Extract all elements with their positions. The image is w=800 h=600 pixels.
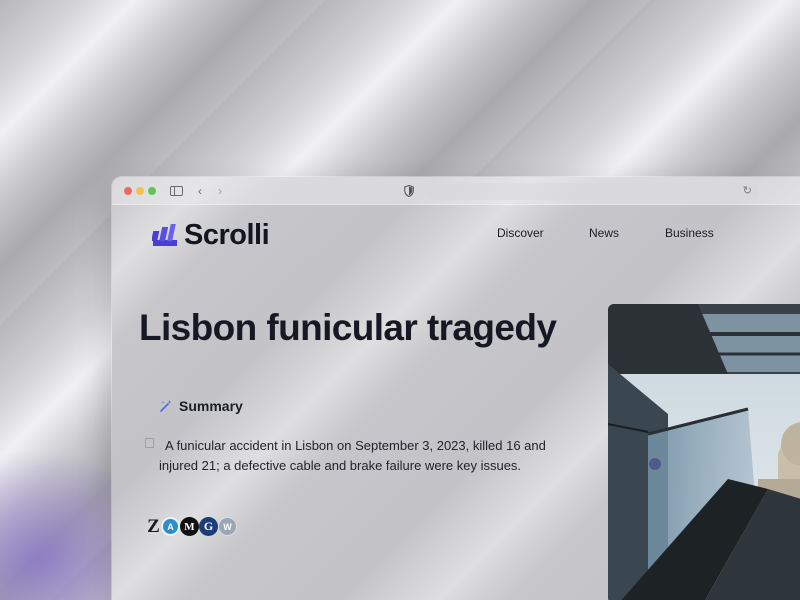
source-logo-g[interactable]: G	[199, 517, 218, 536]
site-logo[interactable]: Scrolli	[152, 219, 270, 252]
brand-name: Scrolli	[184, 219, 270, 251]
nav-news[interactable]: News	[589, 226, 619, 240]
bullet-icon	[145, 438, 154, 448]
source-logo-a[interactable]: A	[161, 517, 180, 536]
forward-icon[interactable]: ›	[218, 184, 222, 198]
source-logo-w[interactable]: W	[218, 517, 237, 536]
sidebar-icon[interactable]	[170, 186, 183, 196]
magic-wand-icon	[160, 400, 172, 412]
nav-business[interactable]: Business	[665, 226, 714, 240]
browser-window: ‹ › ↻ Scrolli Discover News Business Lis…	[112, 177, 800, 600]
minimize-window-button[interactable]	[136, 187, 144, 195]
browser-toolbar: ‹ › ↻	[112, 177, 800, 205]
source-logos: Z A M G W	[146, 516, 237, 537]
address-bar[interactable]: ↻	[426, 183, 758, 200]
back-icon[interactable]: ‹	[198, 184, 202, 198]
shield-icon[interactable]	[404, 185, 414, 197]
reload-icon[interactable]: ↻	[743, 184, 752, 197]
summary-label: Summary	[179, 398, 243, 414]
summary-header: Summary	[159, 398, 243, 414]
article-hero-image[interactable]	[608, 304, 800, 600]
source-logo-m[interactable]: M	[180, 517, 199, 536]
source-logo-z[interactable]: Z	[146, 516, 161, 537]
summary-text: A funicular accident in Lisbon on Septem…	[159, 438, 546, 473]
article-headline: Lisbon funicular tragedy	[139, 307, 557, 348]
nav-discover[interactable]: Discover	[497, 226, 544, 240]
zoom-window-button[interactable]	[148, 187, 156, 195]
close-window-button[interactable]	[124, 187, 132, 195]
scrolli-logo-icon	[152, 223, 177, 246]
